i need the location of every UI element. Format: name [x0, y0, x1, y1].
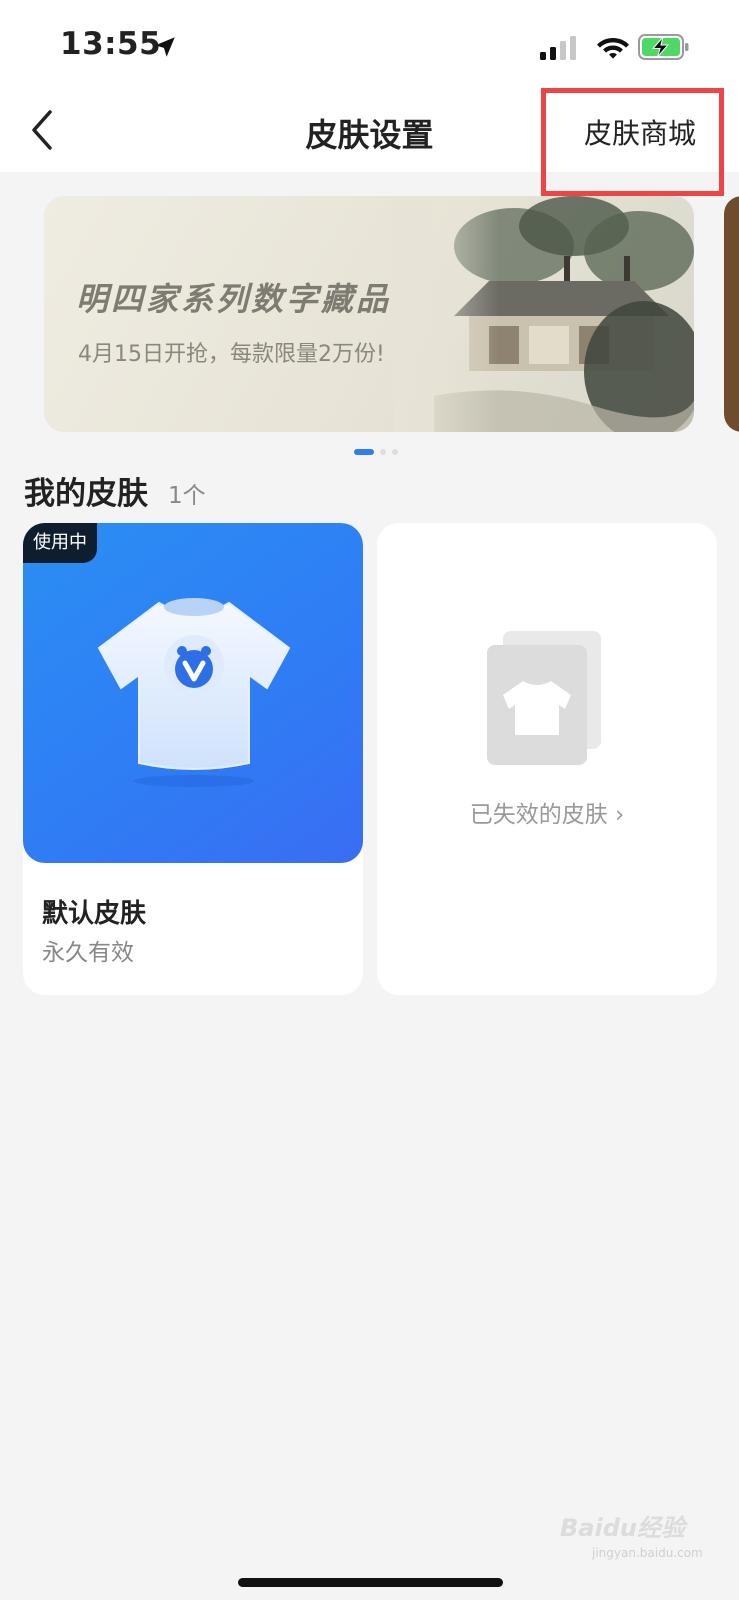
carousel-dot [380, 449, 386, 455]
carousel-dot-active [354, 449, 374, 455]
promo-banner[interactable]: 明四家系列数字藏品 4月15日开抢，每款限量2万份! [44, 196, 694, 432]
skin-validity: 永久有效 [42, 940, 134, 966]
status-time: 13:55 [60, 26, 162, 62]
cellular-signal-icon [540, 36, 576, 60]
my-skins-count: 1个 [168, 483, 206, 509]
wifi-icon [597, 38, 629, 59]
skin-card-default[interactable]: 使用中 默认皮肤 永久有效 [23, 523, 363, 995]
location-arrow-icon [155, 37, 175, 57]
battery-charging-icon [638, 34, 689, 60]
banner-subtitle: 4月15日开抢，每款限量2万份! [78, 342, 385, 367]
watermark-url: jingyan.baidu.com [592, 1546, 703, 1560]
my-skins-title: 我的皮肤 [24, 476, 148, 512]
status-bar: 13:55 [0, 0, 739, 90]
skin-name: 默认皮肤 [42, 899, 147, 929]
home-indicator[interactable] [238, 1578, 503, 1587]
stacked-tshirt-icon [487, 631, 601, 765]
expired-skins-link[interactable]: 已失效的皮肤 › [377, 795, 717, 829]
tshirt-icon [97, 598, 291, 787]
in-use-badge: 使用中 [23, 523, 97, 563]
skin-preview [23, 523, 363, 863]
navigation-bar: 皮肤设置 皮肤商城 [0, 90, 739, 172]
carousel-dot [392, 449, 398, 455]
skin-store-button[interactable]: 皮肤商城 [584, 112, 696, 152]
landscape-painting-illustration [394, 196, 694, 432]
watermark: Baidu经验 [560, 1514, 685, 1542]
expired-skins-card[interactable]: 已失效的皮肤 › [377, 523, 717, 995]
banner-title: 明四家系列数字藏品 [76, 280, 392, 318]
next-banner-peek[interactable] [724, 196, 739, 432]
